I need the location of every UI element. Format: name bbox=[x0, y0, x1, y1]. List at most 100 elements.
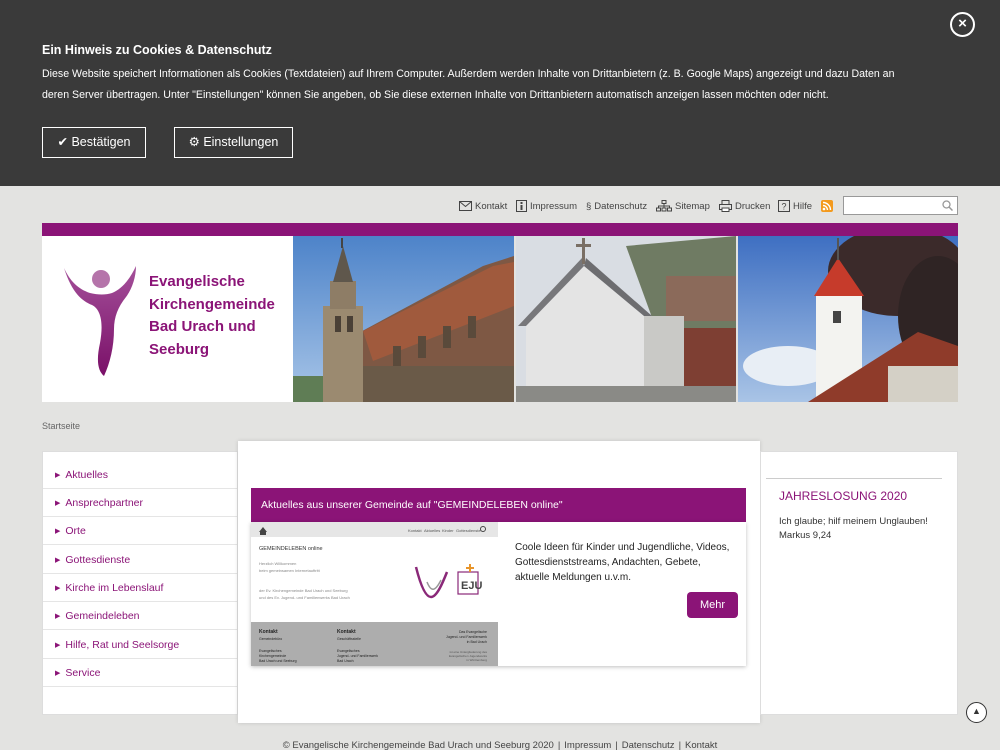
nav-item-service[interactable]: ▶ Service bbox=[43, 659, 237, 687]
nav-label: Orte bbox=[65, 525, 86, 537]
left-navigation: ▶ Aktuelles ▶ Ansprechpartner ▶ Orte ▶ Gotte… bbox=[42, 451, 238, 715]
thumb-nav-3: Gottesdienste bbox=[456, 528, 481, 533]
paragraph-icon: § bbox=[586, 200, 592, 212]
thumb-col2-line-0: Evangelisches bbox=[337, 649, 360, 653]
church-logo[interactable] bbox=[60, 263, 140, 378]
nav-item-ansprechpartner[interactable]: ▶ Ansprechpartner bbox=[43, 489, 237, 517]
thumb-col2-sub: Geschäftsstelle bbox=[337, 637, 361, 641]
breadcrumb[interactable]: Startseite bbox=[42, 421, 80, 431]
confirm-label: Bestätigen bbox=[71, 135, 131, 149]
footer-copyright: © Evangelische Kirchengemeinde Bad Urach… bbox=[282, 740, 554, 750]
nav-label: Hilfe, Rat und Seelsorge bbox=[65, 639, 180, 651]
svg-text:?: ? bbox=[781, 202, 786, 212]
triangle-right-icon: ▶ bbox=[55, 528, 61, 535]
thumb-col3-line-0: Das Evangelische bbox=[459, 630, 487, 634]
thumb-col1-line-2: Bad Urach und Seeburg bbox=[259, 659, 297, 663]
thumb-nav-1: Aktuelles bbox=[424, 528, 440, 533]
thumb-col3-line-1: Jugend- und Familienwerk bbox=[446, 635, 487, 639]
nav-label: Kirche im Lebenslauf bbox=[65, 582, 164, 594]
confirm-button[interactable]: ✔ Bestätigen bbox=[42, 127, 146, 158]
rss-link[interactable] bbox=[821, 198, 833, 214]
sitemap-icon bbox=[656, 200, 672, 212]
more-button[interactable]: Mehr bbox=[687, 592, 738, 618]
help-link[interactable]: ? Hilfe bbox=[778, 198, 812, 214]
footer-contact-link[interactable]: Kontakt bbox=[685, 740, 717, 750]
annual-motto-title: JAHRESLOSUNG 2020 bbox=[779, 489, 908, 503]
nav-item-orte[interactable]: ▶ Orte bbox=[43, 517, 237, 545]
scroll-to-top-button[interactable]: ▲ bbox=[966, 702, 987, 723]
cookie-title: Ein Hinweis zu Cookies & Datenschutz bbox=[42, 43, 272, 57]
thumb-greeting-0: Herzlich Willkommen bbox=[259, 561, 296, 566]
nav-item-gemeindeleben[interactable]: ▶ Gemeindeleben bbox=[43, 602, 237, 630]
thumb-col1-sub: Gemeindebüro bbox=[259, 637, 282, 641]
nav-label: Ansprechpartner bbox=[65, 497, 144, 509]
thumb-col2-line-1: Jugend- und Familienwerk bbox=[337, 654, 378, 658]
checkmark-icon: ✔ bbox=[57, 135, 68, 149]
triangle-right-icon: ▶ bbox=[55, 557, 61, 564]
annual-motto-text: Ich glaube; hilf meinem Unglauben! Marku… bbox=[779, 515, 939, 542]
annual-motto-reference: Markus 9,24 bbox=[779, 529, 832, 541]
search-input[interactable] bbox=[843, 196, 958, 215]
cookie-text: Diese Website speichert Informationen al… bbox=[42, 68, 895, 101]
contact-label: Kontakt bbox=[475, 200, 508, 212]
triangle-right-icon: ▶ bbox=[55, 670, 61, 677]
thumb-col2-head: Kontakt bbox=[337, 629, 356, 635]
nav-item-aktuelles[interactable]: ▶ Aktuelles bbox=[43, 461, 237, 489]
settings-label: Einstellungen bbox=[203, 135, 279, 149]
nav-item-kirche-im-lebenslauf[interactable]: ▶ Kirche im Lebenslauf bbox=[43, 574, 237, 602]
thumb-title: GEMEINDELEBEN online bbox=[259, 546, 323, 552]
help-icon: ? bbox=[778, 200, 790, 212]
thumb-col3-line-2: in Bad Urach bbox=[467, 640, 487, 644]
imprint-link[interactable]: Impressum bbox=[516, 198, 577, 214]
footer: © Evangelische Kirchengemeinde Bad Urach… bbox=[0, 740, 1000, 750]
church-photo-2 bbox=[516, 236, 736, 402]
thumb-intro-1: und des Ev. Jugend- und Familienwerks Ba… bbox=[259, 595, 350, 600]
sitemap-link[interactable]: Sitemap bbox=[656, 198, 710, 214]
thumb-greeting-1: beim gemeinsamen Internetauftritt bbox=[259, 568, 321, 573]
nav-item-hilfe-rat-seelsorge[interactable]: ▶ Hilfe, Rat und Seelsorge bbox=[43, 631, 237, 659]
triangle-right-icon: ▶ bbox=[55, 472, 61, 479]
print-label: Drucken bbox=[735, 200, 771, 212]
footer-separator: | bbox=[678, 740, 682, 750]
nav-item-gottesdienste[interactable]: ▶ Gottesdienste bbox=[43, 546, 237, 574]
site-title[interactable]: Evangelische Kirchengemeinde Bad Urach u… bbox=[149, 271, 289, 361]
imprint-label: Impressum bbox=[530, 200, 577, 212]
triangle-right-icon: ▶ bbox=[55, 585, 61, 592]
thumb-col2-line-2: Bad Urach bbox=[337, 659, 354, 663]
rss-icon bbox=[821, 200, 833, 212]
privacy-label: Datenschutz bbox=[594, 200, 648, 212]
settings-button[interactable]: ⚙ Einstellungen bbox=[174, 127, 293, 158]
thumb-col1-line-1: Kirchengemeinde bbox=[259, 654, 286, 658]
close-icon[interactable]: × bbox=[950, 12, 975, 37]
thumb-nav-2: Kinder bbox=[442, 528, 454, 533]
thumb-col1-line-0: Evangelisches bbox=[259, 649, 282, 653]
contact-link[interactable]: Kontakt bbox=[459, 198, 507, 214]
envelope-icon bbox=[459, 201, 472, 211]
gear-icon: ⚙ bbox=[188, 135, 200, 149]
thumb-col3-small-2: in Württemberg bbox=[466, 658, 487, 662]
svg-text:EJU: EJU bbox=[461, 580, 482, 592]
footer-imprint-link[interactable]: Impressum bbox=[564, 740, 611, 750]
nav-label: Service bbox=[65, 667, 101, 679]
privacy-link[interactable]: § Datenschutz bbox=[586, 198, 647, 214]
cookie-banner: × Ein Hinweis zu Cookies & Datenschutz D… bbox=[0, 0, 1000, 186]
sidebar-divider bbox=[766, 478, 942, 479]
thumb-nav-0: Kontakt bbox=[408, 528, 422, 533]
news-thumbnail[interactable]: Kontakt Aktuelles Kinder Gottesdienste G… bbox=[251, 522, 498, 666]
church-photo-1 bbox=[293, 236, 514, 402]
nav-label: Gemeindeleben bbox=[65, 610, 140, 622]
nav-label: Gottesdienste bbox=[65, 554, 131, 566]
nav-label: Aktuelles bbox=[65, 469, 108, 481]
triangle-right-icon: ▶ bbox=[55, 613, 61, 620]
footer-separator: | bbox=[615, 740, 618, 750]
thumb-intro-0: der Ev. Kirchengemeinde Bad Urach und Se… bbox=[259, 588, 348, 593]
footer-privacy-link[interactable]: Datenschutz bbox=[622, 740, 675, 750]
thumb-col1-head: Kontakt bbox=[259, 629, 278, 635]
annual-motto-verse: Ich glaube; hilf meinem Unglauben! bbox=[779, 516, 928, 527]
help-label: Hilfe bbox=[793, 200, 813, 212]
triangle-right-icon: ▶ bbox=[55, 642, 61, 649]
search-icon[interactable] bbox=[942, 200, 953, 211]
news-heading[interactable]: Aktuelles aus unserer Gemeinde auf "GEME… bbox=[251, 488, 746, 522]
arrow-up-icon: ▲ bbox=[972, 706, 981, 716]
print-link[interactable]: Drucken bbox=[719, 198, 770, 214]
